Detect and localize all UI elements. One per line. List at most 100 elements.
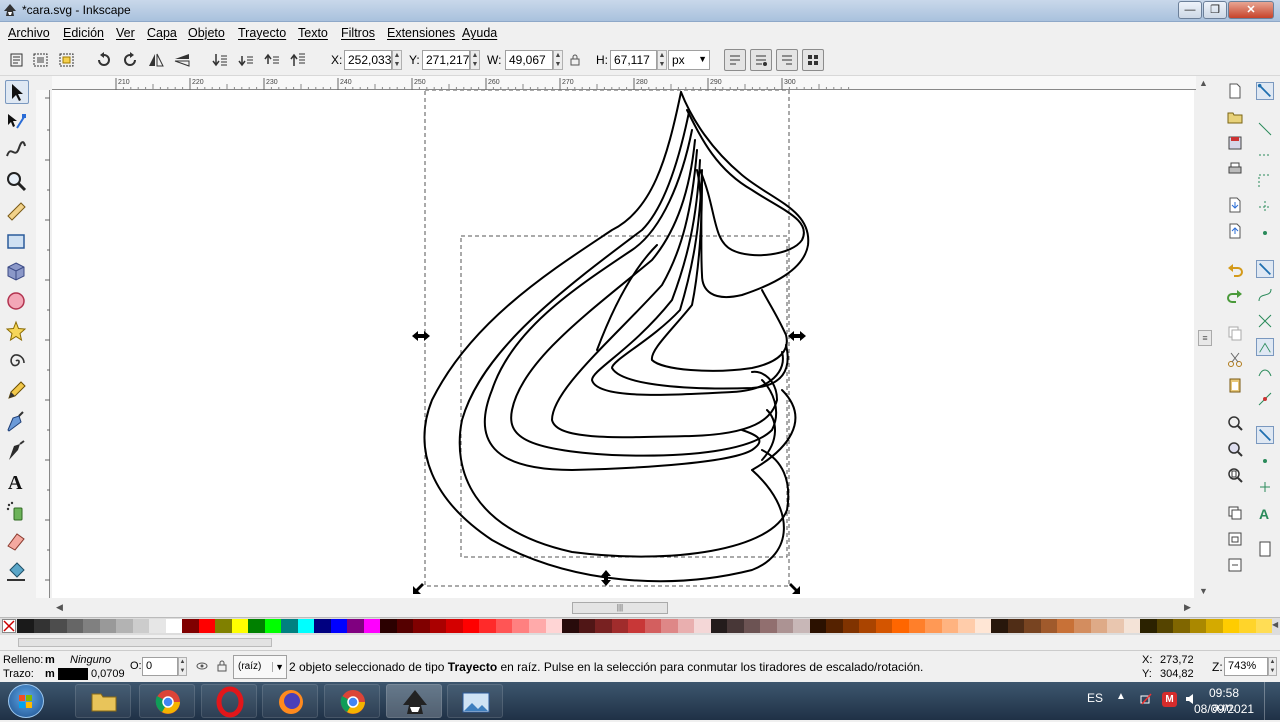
color-swatch[interactable] bbox=[941, 619, 959, 633]
vertical-scrollbar[interactable]: ▲ ≡ ▼ bbox=[1196, 76, 1214, 616]
h-spinner[interactable]: ▲ ▼ bbox=[657, 50, 667, 70]
color-swatch[interactable] bbox=[958, 619, 975, 633]
stroke-indicator[interactable]: m bbox=[45, 668, 55, 680]
color-swatch[interactable] bbox=[925, 619, 942, 633]
show-desktop-button[interactable] bbox=[1264, 682, 1280, 720]
scale-handle-left[interactable] bbox=[412, 331, 430, 341]
menu-trayecto[interactable]: Trayecto bbox=[238, 26, 286, 40]
paste-icon[interactable] bbox=[1226, 376, 1244, 394]
color-swatch[interactable] bbox=[677, 619, 695, 633]
opacity-spinner[interactable]: ▲ ▼ bbox=[178, 657, 187, 676]
color-swatch[interactable] bbox=[347, 619, 364, 633]
drawing-canvas[interactable] bbox=[52, 90, 1194, 598]
color-swatch[interactable] bbox=[727, 619, 744, 633]
paint-bucket-tool[interactable] bbox=[5, 560, 29, 584]
scroll-right-icon[interactable]: ▶ bbox=[1184, 602, 1191, 613]
color-swatch[interactable] bbox=[215, 619, 232, 633]
snap-nodes-icon[interactable] bbox=[1256, 260, 1274, 278]
open-folder-icon[interactable] bbox=[1226, 108, 1244, 126]
color-swatch[interactable] bbox=[182, 619, 199, 633]
menu-ver[interactable]: Ver bbox=[116, 26, 135, 40]
network-icon[interactable] bbox=[1140, 692, 1154, 706]
menu-objeto[interactable]: Objeto bbox=[188, 26, 225, 40]
rectangle-tool[interactable] bbox=[5, 230, 29, 254]
zoom-drawing-icon[interactable] bbox=[1226, 440, 1244, 458]
color-swatch[interactable] bbox=[479, 619, 496, 633]
color-swatch[interactable] bbox=[974, 619, 992, 633]
maximize-button[interactable]: ❐ bbox=[1203, 1, 1227, 19]
color-swatch[interactable] bbox=[644, 619, 662, 633]
tweak-tool[interactable] bbox=[5, 140, 29, 164]
transform-gradients-toggle[interactable] bbox=[776, 49, 798, 71]
color-swatch[interactable] bbox=[1239, 619, 1256, 633]
menu-edicion[interactable]: Edición bbox=[63, 26, 104, 40]
start-button[interactable] bbox=[8, 684, 44, 718]
taskbar-chrome-2[interactable] bbox=[324, 684, 380, 718]
snap-others-icon[interactable] bbox=[1256, 426, 1274, 444]
menu-filtros[interactable]: Filtros bbox=[341, 26, 375, 40]
color-swatch[interactable] bbox=[1007, 619, 1025, 633]
color-swatch[interactable] bbox=[1040, 619, 1058, 633]
color-swatch[interactable] bbox=[1189, 619, 1207, 633]
zoom-spinner[interactable]: ▲ ▼ bbox=[1268, 657, 1277, 676]
palette-scrollbar[interactable] bbox=[0, 636, 1280, 650]
color-swatch[interactable] bbox=[198, 619, 216, 633]
star-tool[interactable] bbox=[5, 320, 29, 344]
taskbar-firefox[interactable] bbox=[262, 684, 318, 718]
color-swatch[interactable] bbox=[297, 619, 315, 633]
color-swatch[interactable] bbox=[512, 619, 529, 633]
export-icon[interactable] bbox=[1226, 222, 1244, 240]
y-field[interactable]: 271,217 bbox=[422, 50, 470, 70]
color-swatch[interactable] bbox=[396, 619, 414, 633]
menu-texto[interactable]: Texto bbox=[298, 26, 328, 40]
scroll-down-icon[interactable]: ▼ bbox=[1199, 586, 1208, 596]
lock-icon[interactable] bbox=[568, 53, 582, 67]
color-swatch[interactable] bbox=[1057, 619, 1074, 633]
stroke-width-value[interactable]: 0,0709 bbox=[91, 668, 125, 680]
color-swatch[interactable] bbox=[380, 619, 397, 633]
calligraphy-tool[interactable] bbox=[5, 440, 29, 464]
unlink-clone-icon[interactable] bbox=[1226, 556, 1244, 574]
color-swatch[interactable] bbox=[628, 619, 645, 633]
select-all-icon[interactable] bbox=[8, 52, 26, 68]
clock-date[interactable]: 08/09/2021 bbox=[1194, 702, 1254, 716]
eraser-tool[interactable] bbox=[5, 530, 29, 554]
no-paint-swatch[interactable] bbox=[2, 619, 16, 633]
print-icon[interactable] bbox=[1226, 160, 1244, 178]
zoom-tool[interactable] bbox=[5, 170, 29, 194]
vertical-ruler[interactable] bbox=[36, 90, 50, 598]
color-swatch[interactable] bbox=[776, 619, 794, 633]
spray-tool[interactable] bbox=[5, 500, 29, 524]
layer-visibility-icon[interactable] bbox=[196, 660, 208, 672]
redo-icon[interactable] bbox=[1226, 286, 1244, 304]
menu-archivo[interactable]: Archivo bbox=[8, 26, 50, 40]
raise-icon[interactable] bbox=[263, 52, 281, 68]
transform-patterns-toggle[interactable] bbox=[802, 49, 824, 71]
flip-vertical-icon[interactable] bbox=[173, 52, 191, 68]
color-swatch[interactable] bbox=[743, 619, 761, 633]
snap-bbox-midpoint-icon[interactable] bbox=[1256, 198, 1274, 216]
zoom-selection-icon[interactable] bbox=[1226, 414, 1244, 432]
snap-text-baseline-icon[interactable]: A bbox=[1256, 504, 1274, 522]
color-swatch[interactable] bbox=[66, 619, 84, 633]
text-tool[interactable]: A bbox=[5, 470, 29, 494]
taskbar-chrome[interactable] bbox=[139, 684, 195, 718]
taskbar-opera[interactable] bbox=[201, 684, 257, 718]
opacity-field[interactable]: 0 bbox=[142, 657, 178, 676]
duplicate-icon[interactable] bbox=[1226, 504, 1244, 522]
antivirus-icon[interactable]: M bbox=[1162, 692, 1177, 707]
color-swatch[interactable] bbox=[1123, 619, 1141, 633]
scroll-thumb[interactable]: ≡ bbox=[1198, 330, 1212, 346]
lower-icon[interactable] bbox=[237, 52, 255, 68]
color-swatch[interactable] bbox=[875, 619, 893, 633]
color-swatch[interactable] bbox=[842, 619, 860, 633]
taskbar-photo-viewer[interactable] bbox=[447, 684, 503, 718]
snap-page-border-icon[interactable] bbox=[1256, 540, 1274, 558]
color-swatch[interactable] bbox=[231, 619, 249, 633]
color-swatch[interactable] bbox=[1173, 619, 1190, 633]
color-swatch[interactable] bbox=[661, 619, 678, 633]
color-swatch[interactable] bbox=[1222, 619, 1240, 633]
minimize-button[interactable]: — bbox=[1178, 1, 1202, 19]
taskbar-explorer[interactable] bbox=[75, 684, 131, 718]
measure-tool[interactable] bbox=[5, 200, 29, 224]
